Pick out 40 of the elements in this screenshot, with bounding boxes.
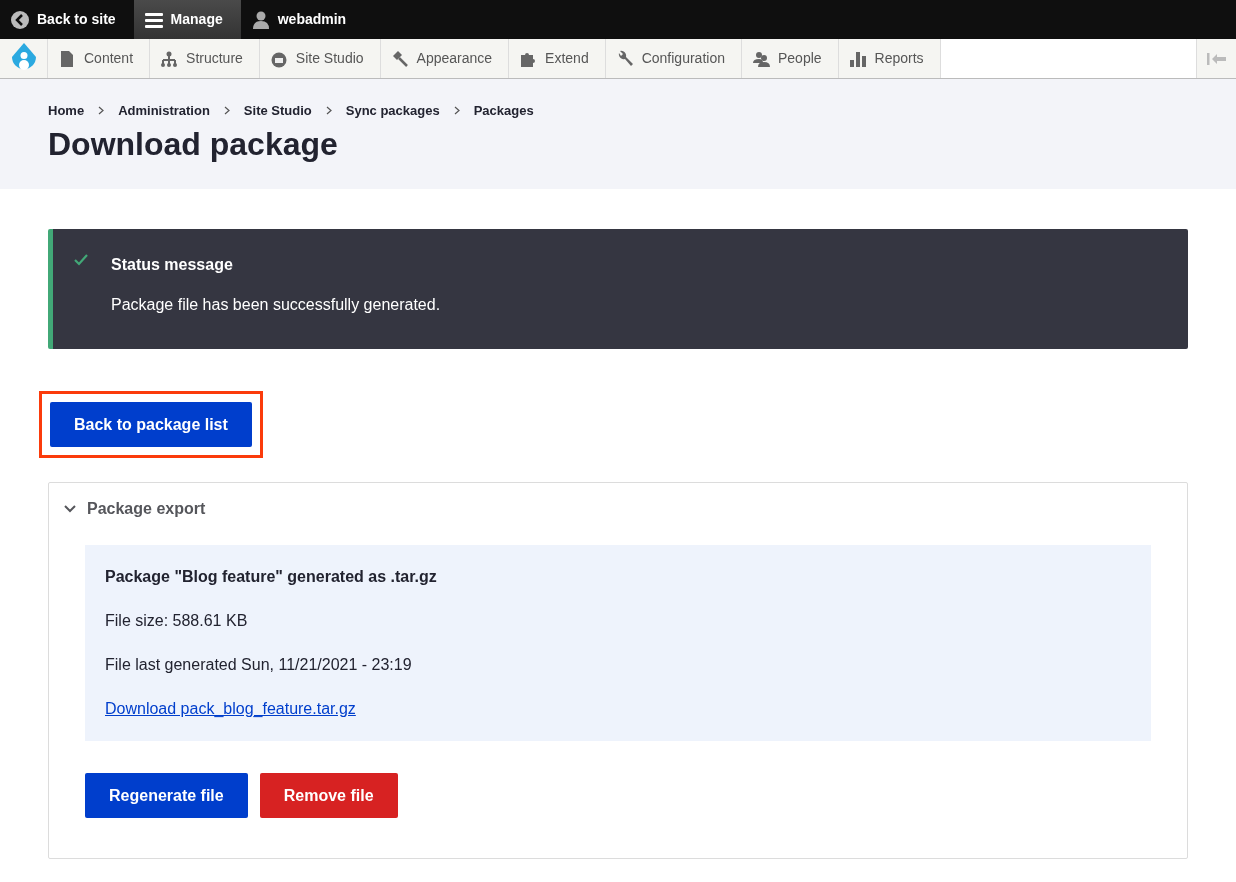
info-text: File size: 588.61 KB: [105, 611, 249, 632]
people-icon: [751, 49, 770, 68]
details-summary[interactable]: Package export: [49, 483, 1187, 536]
action-button[interactable]: Regenerate file: [85, 773, 248, 819]
hierarchy-icon: [160, 49, 179, 68]
admin-menu-item[interactable]: Site Studio: [259, 39, 381, 78]
check-icon: [73, 252, 89, 267]
toolbar-item[interactable]: Back to site: [0, 0, 134, 39]
download-link[interactable]: Download pack_blog_feature.tar.gz: [105, 700, 356, 718]
status-text: Package file has been successfully generated.: [111, 294, 441, 315]
toolbar-item[interactable]: webadmin: [240, 0, 365, 39]
admin-menu-item[interactable]: Structure: [150, 39, 260, 78]
breadcrumb-link[interactable]: Administration: [118, 101, 210, 121]
page-icon: [58, 49, 76, 68]
package-heading: Package "Blog feature" generated as .tar.gz: [105, 567, 438, 588]
breadcrumb-link[interactable]: Site Studio: [243, 101, 312, 121]
chevron-icon: [98, 106, 105, 116]
status-title: Status message: [111, 254, 234, 275]
breadcrumb-link[interactable]: Home: [48, 101, 85, 121]
action-button[interactable]: Remove file: [259, 773, 398, 819]
chevron-down-icon: [63, 504, 77, 515]
breadcrumb-link[interactable]: Packages: [473, 101, 534, 121]
collapse-arrow-icon: [1206, 51, 1227, 66]
admin-menu-item[interactable]: People: [741, 39, 839, 78]
person-icon: [250, 9, 271, 30]
admin-menu-item[interactable]: Reports: [838, 39, 941, 78]
bar-chart-icon: [848, 49, 867, 68]
collapse-toggle[interactable]: [1196, 39, 1236, 78]
admin-menu-item[interactable]: Configuration: [605, 39, 742, 78]
chevron-icon: [223, 106, 230, 116]
toolbar-item[interactable]: Manage: [133, 0, 241, 39]
chevron-icon: [453, 106, 460, 116]
admin-menu-item[interactable]: Extend: [509, 39, 606, 78]
admin-menu-item[interactable]: Appearance: [380, 39, 510, 78]
chevron-icon: [325, 106, 332, 116]
back-button[interactable]: Back to package list: [50, 401, 252, 448]
admin-menu-item[interactable]: Content: [48, 39, 151, 78]
breadcrumb-link[interactable]: Sync packages: [345, 101, 440, 121]
page-title: Download package: [48, 124, 339, 163]
info-text: File last generated Sun, 11/21/2021 - 23:19: [105, 655, 413, 676]
